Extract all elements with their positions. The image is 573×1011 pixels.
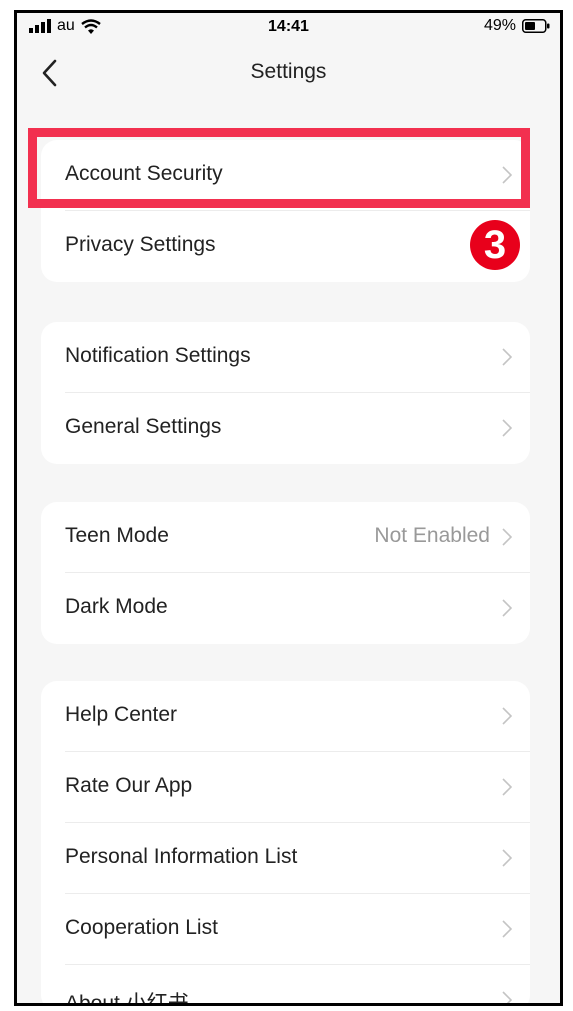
row-label: Privacy Settings xyxy=(65,233,216,256)
status-right: 49% xyxy=(484,17,550,35)
row-label: About 小红书 xyxy=(65,992,189,1006)
privacy-settings-row[interactable]: Privacy Settings xyxy=(41,211,530,282)
chevron-right-icon xyxy=(502,166,512,184)
teen-mode-status: Not Enabled xyxy=(374,524,490,547)
phone-screen: au 14:41 49% Settings Account Security P… xyxy=(14,10,563,1006)
about-row[interactable]: About 小红书 xyxy=(41,965,530,1006)
row-label: Cooperation List xyxy=(65,916,218,939)
status-bar: au 14:41 49% xyxy=(17,13,560,45)
settings-group-general: Notification Settings General Settings xyxy=(41,322,530,464)
settings-group-about: Help Center Rate Our App Personal Inform… xyxy=(41,681,530,1006)
row-label: Teen Mode xyxy=(65,524,169,547)
help-center-row[interactable]: Help Center xyxy=(41,681,530,752)
row-label: Account Security xyxy=(65,162,223,185)
page-title: Settings xyxy=(250,60,327,83)
cooperation-list-row[interactable]: Cooperation List xyxy=(41,894,530,965)
row-label: Notification Settings xyxy=(65,344,251,367)
battery-percent: 49% xyxy=(483,17,516,34)
rate-our-app-row[interactable]: Rate Our App xyxy=(41,752,530,823)
settings-group-account: Account Security Privacy Settings xyxy=(41,140,530,282)
chevron-right-icon xyxy=(502,920,512,938)
general-settings-row[interactable]: General Settings xyxy=(41,393,530,464)
chevron-right-icon xyxy=(502,778,512,796)
settings-group-mode: Teen Mode Not Enabled Dark Mode xyxy=(41,502,530,644)
chevron-right-icon xyxy=(502,849,512,867)
chevron-right-icon xyxy=(502,528,512,546)
personal-information-list-row[interactable]: Personal Information List xyxy=(41,823,530,894)
dark-mode-row[interactable]: Dark Mode xyxy=(41,573,530,644)
navigation-bar: Settings xyxy=(17,45,560,101)
row-label: Help Center xyxy=(65,703,178,726)
status-time: 14:41 xyxy=(268,18,309,35)
chevron-right-icon xyxy=(502,348,512,366)
chevron-right-icon xyxy=(502,991,512,1003)
row-label: General Settings xyxy=(65,415,222,438)
row-label: Rate Our App xyxy=(65,774,193,797)
battery-icon xyxy=(522,19,550,33)
chevron-right-icon xyxy=(502,707,512,725)
row-label: Dark Mode xyxy=(65,595,168,618)
chevron-right-icon xyxy=(502,599,512,617)
step-number-badge: 3 xyxy=(470,220,520,270)
account-security-row[interactable]: Account Security xyxy=(41,140,530,211)
notification-settings-row[interactable]: Notification Settings xyxy=(41,322,530,393)
row-label: Personal Information List xyxy=(65,845,298,868)
chevron-right-icon xyxy=(502,419,512,437)
teen-mode-row[interactable]: Teen Mode Not Enabled xyxy=(41,502,530,573)
